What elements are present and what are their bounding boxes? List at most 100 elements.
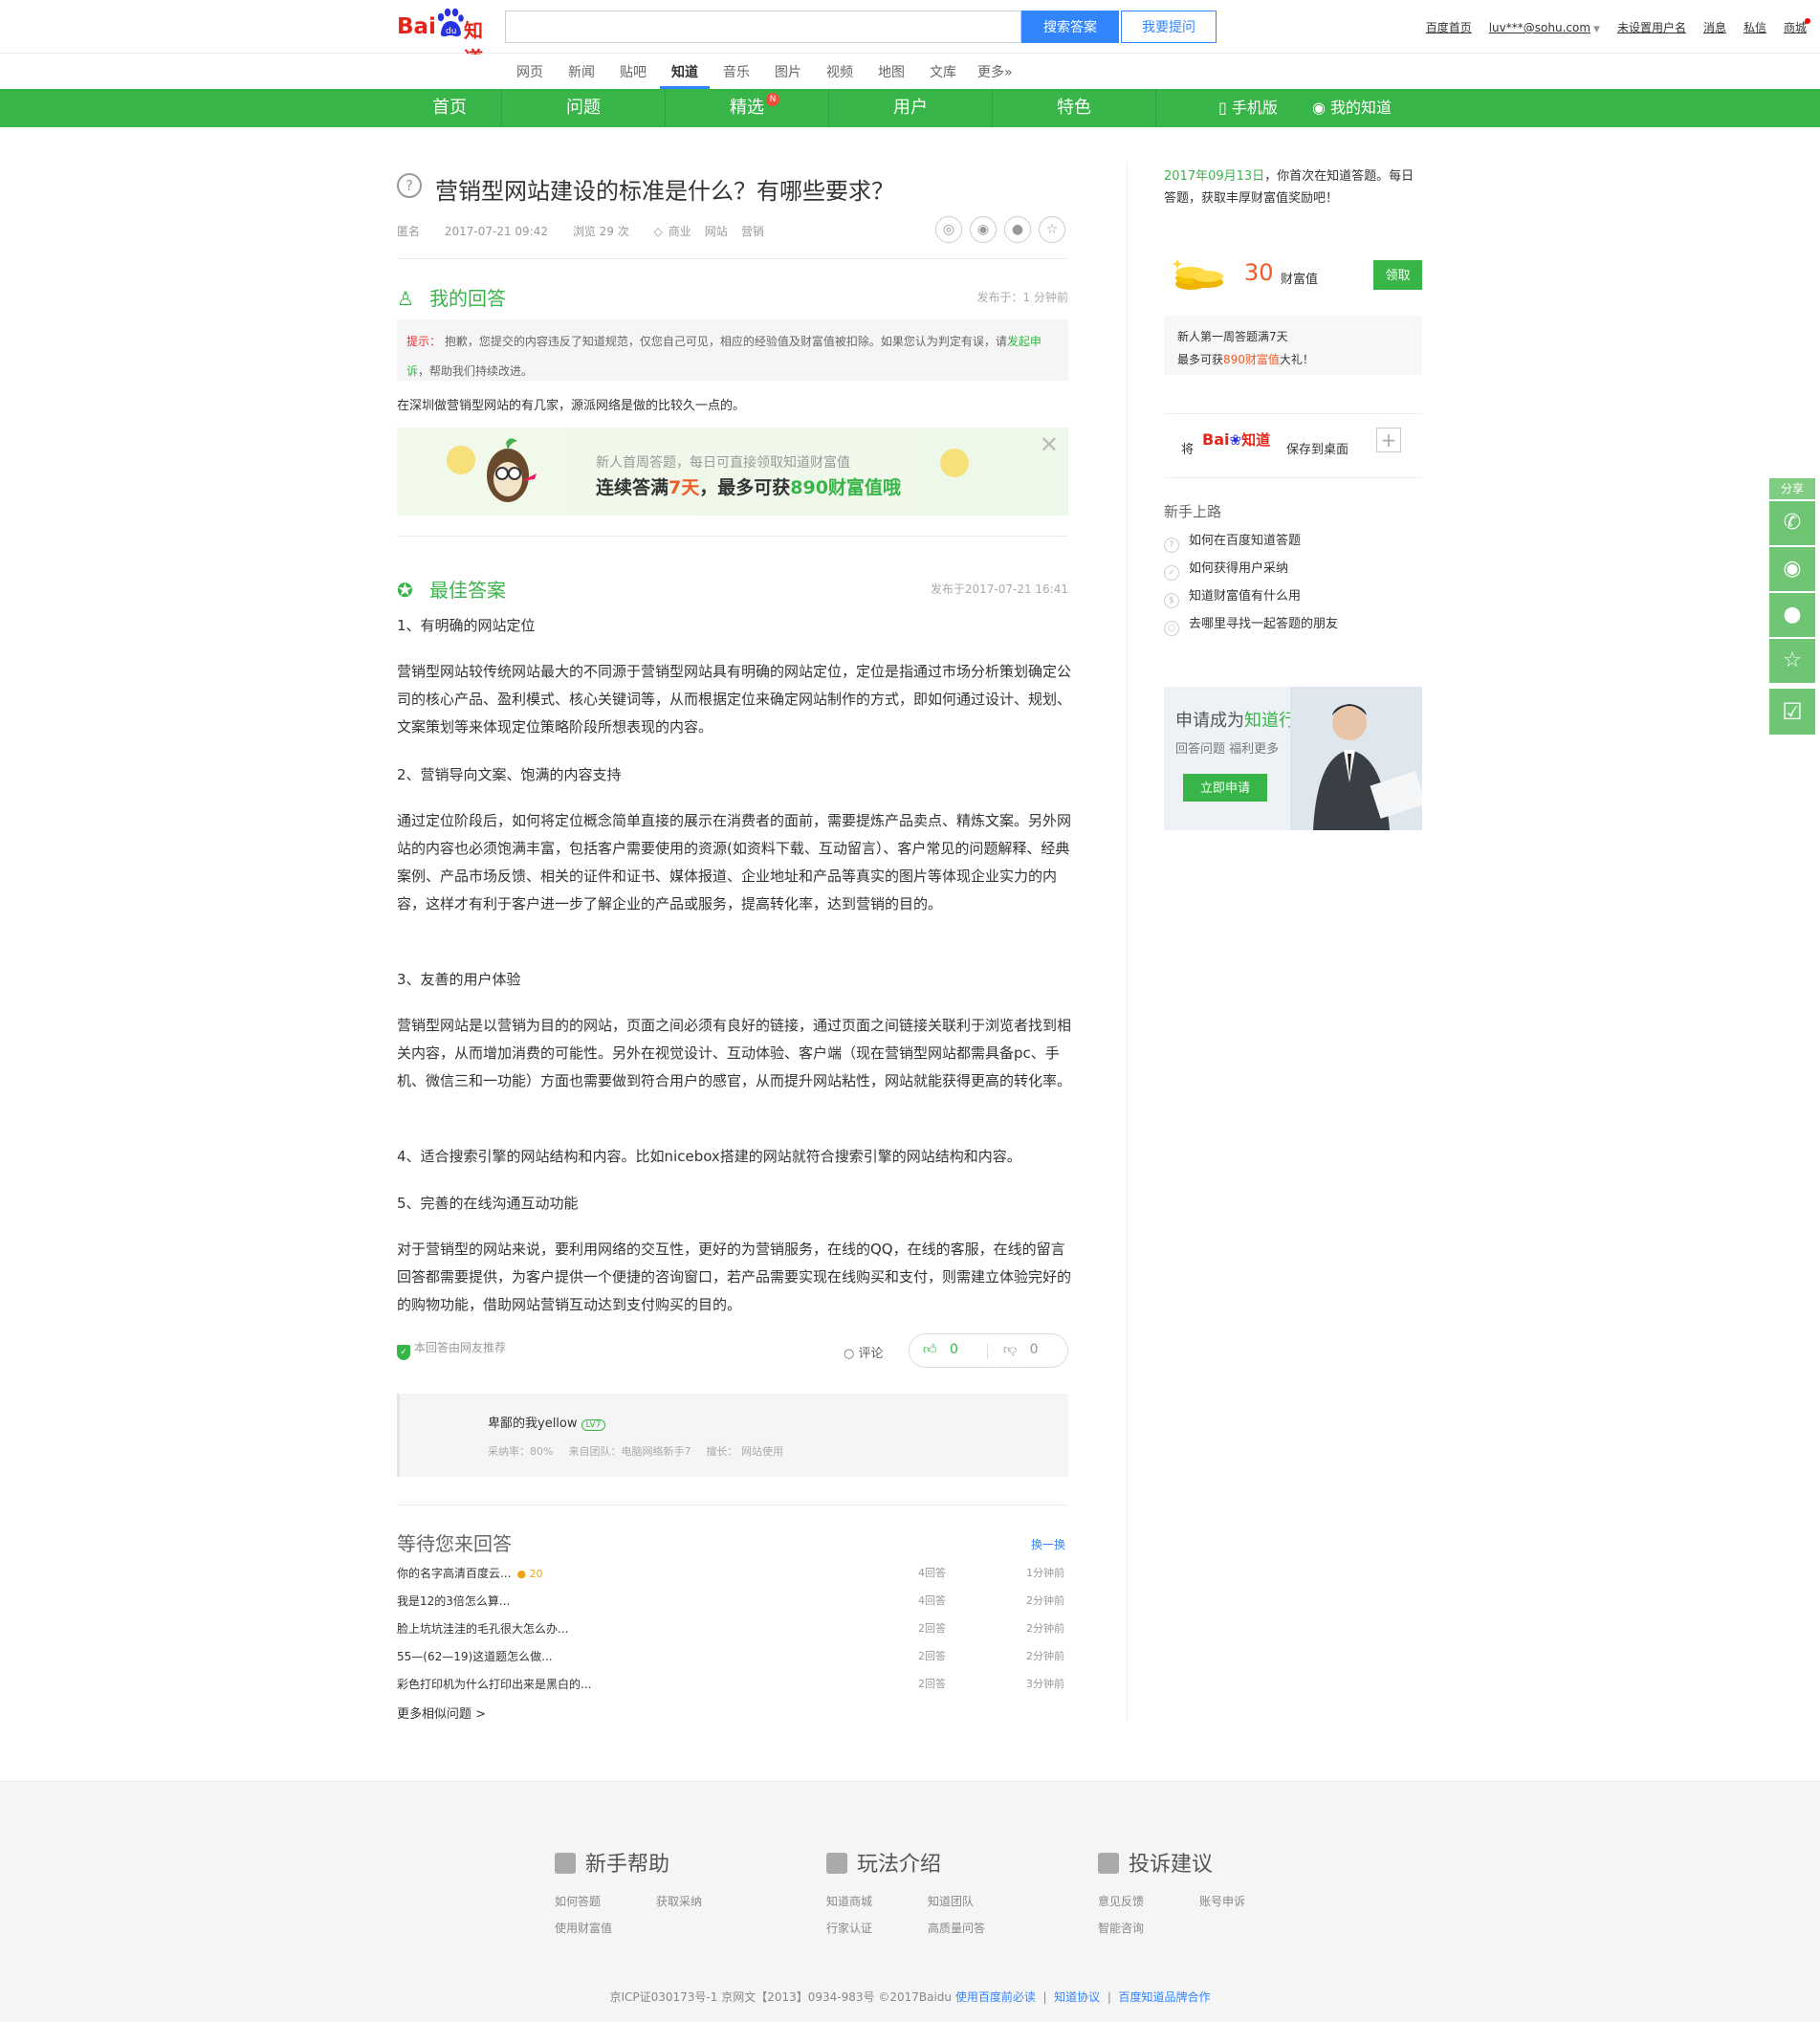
weibo-icon[interactable]: ◉	[970, 216, 997, 243]
more-similar-link[interactable]: 更多相似问题 >	[397, 1703, 486, 1722]
footer-link[interactable]: 智能咨询	[1098, 1920, 1144, 1936]
nav-users[interactable]: 用户	[829, 89, 992, 127]
newbie-promo-banner[interactable]: 新人首周答题，每日可直接领取知道财富值 连续答满7天，最多可获890财富值哦 ✕	[397, 428, 1068, 516]
search-answer-button[interactable]: 搜索答案	[1021, 11, 1119, 43]
question-link[interactable]: 脸上坑坑洼洼的毛孔很大怎么办...	[397, 1620, 568, 1637]
channel-tieba[interactable]: 贴吧	[620, 62, 647, 81]
promo-line-2: 连续答满7天，最多可获890财富值哦	[596, 473, 901, 499]
account-link[interactable]: luv***@sohu.com	[1489, 21, 1590, 34]
mall-link[interactable]: 商城	[1784, 21, 1807, 34]
star-icon[interactable]: ☆	[1039, 216, 1065, 243]
footer-link[interactable]: 行家认证	[826, 1920, 872, 1936]
weibo-icon[interactable]: ◉	[1769, 547, 1815, 591]
footer-link[interactable]: 账号申诉	[1199, 1893, 1245, 1909]
channel-video[interactable]: 视频	[826, 62, 853, 81]
comment-icon: ○	[844, 1347, 859, 1361]
top-bar: Bai du 知道 搜索答案 我要提问 百度首页 luv***@sohu.com▼…	[0, 0, 1820, 70]
list-item[interactable]: 55—(62—19)这道题怎么做... 2回答 2分钟前	[397, 1644, 1068, 1672]
footer-link[interactable]: 高质量问答	[928, 1920, 985, 1936]
coin-unit: 财富值	[1281, 273, 1319, 287]
list-item[interactable]: 你的名字高清百度云... ● 20 4回答 1分钟前	[397, 1561, 1068, 1589]
messages-link[interactable]: 消息	[1703, 21, 1726, 34]
list-item[interactable]: 脸上坑坑洼洼的毛孔很大怎么办... 2回答 2分钟前	[397, 1616, 1068, 1644]
channel-more[interactable]: 更多»	[977, 62, 1013, 81]
wechat-icon[interactable]: ◎	[935, 216, 962, 243]
author-team[interactable]: 来自团队：电脑网络新手7	[568, 1445, 691, 1458]
footer-bottom-link[interactable]: 百度知道品牌合作	[1119, 1990, 1211, 2004]
star-icon[interactable]: ☆	[1769, 639, 1815, 683]
my-answer-heading: ♙ 我的回答	[397, 283, 506, 311]
channel-news[interactable]: 新闻	[568, 62, 595, 81]
private-msg-link[interactable]: 私信	[1743, 21, 1766, 34]
thumbs-down-icon: 👎︎	[1003, 1342, 1018, 1357]
baidu-zhidao-logo[interactable]: Bai du 知道	[397, 6, 498, 70]
answer-count: 2回答	[918, 1678, 946, 1690]
plus-icon[interactable]: +	[1376, 428, 1401, 452]
baidu-home-link[interactable]: 百度首页	[1426, 21, 1472, 34]
question-link[interactable]: 彩色打印机为什么打印出来是黑白的...	[397, 1676, 591, 1692]
apply-now-button[interactable]: 立即申请	[1183, 774, 1267, 802]
set-username-link[interactable]: 未设置用户名	[1617, 21, 1686, 34]
channel-map[interactable]: 地图	[878, 62, 905, 81]
channel-music[interactable]: 音乐	[723, 62, 750, 81]
question-link[interactable]: 我是12的3倍怎么算...	[397, 1593, 510, 1609]
question-time: 2分钟前	[1026, 1650, 1064, 1662]
footer-bottom-link[interactable]: 知道协议	[1054, 1990, 1100, 2004]
search-input[interactable]	[505, 11, 1021, 43]
nav-mobile[interactable]: ▯ 手机版	[1218, 89, 1278, 127]
coin-icon	[940, 449, 969, 477]
footer-link[interactable]: 获取采纳	[656, 1893, 702, 1909]
comment-button[interactable]: ○ 评论	[844, 1343, 884, 1361]
small-logo-zhidao: 知道	[1241, 431, 1271, 449]
chevron-down-icon[interactable]: ▼	[1593, 25, 1600, 34]
channel-web[interactable]: 网页	[516, 62, 543, 81]
question-link[interactable]: 55—(62—19)这道题怎么做...	[397, 1648, 553, 1664]
footer-col-complaint: 投诉建议 意见反馈 账号申诉 智能咨询	[1098, 1847, 1245, 1935]
tag[interactable]: 网站	[705, 225, 728, 238]
claim-button[interactable]: 领取	[1373, 260, 1422, 290]
footer-link[interactable]: 意见反馈	[1098, 1893, 1144, 1909]
footer-bottom-link[interactable]: 使用百度前必读	[955, 1990, 1036, 2004]
ask-question-button[interactable]: 我要提问	[1121, 11, 1217, 43]
tag[interactable]: 商业	[669, 225, 691, 238]
list-item[interactable]: 彩色打印机为什么打印出来是黑白的... 2回答 3分钟前	[397, 1672, 1068, 1700]
channel-wenku[interactable]: 文库	[930, 62, 956, 81]
guide-item[interactable]: $ 知道财富值有什么用	[1164, 585, 1338, 613]
nav-special[interactable]: 特色	[993, 89, 1155, 127]
nav-questions[interactable]: 问题	[502, 89, 665, 127]
wechat-icon[interactable]: ✆	[1769, 501, 1815, 545]
nav-featured[interactable]: 精选	[666, 89, 828, 127]
answer-paragraph: 通过定位阶段后，如何将定位概念简单直接的展示在消费者的面前，需要提炼产品卖点、精…	[397, 812, 1072, 912]
channel-zhidao[interactable]: 知道	[671, 62, 698, 81]
channel-images[interactable]: 图片	[775, 62, 801, 81]
list-item[interactable]: 我是12的3倍怎么算... 4回答 2分钟前	[397, 1589, 1068, 1616]
upvote-button[interactable]: 👍︎ 0	[923, 1341, 958, 1357]
close-icon[interactable]: ✕	[1040, 431, 1059, 458]
notice-tail: ，帮助我们持续改进。	[418, 364, 534, 378]
best-answer-time: 发布于2017-07-21 16:41	[930, 582, 1068, 596]
downvote-button[interactable]: 👎︎ 0	[1003, 1341, 1039, 1357]
save-to-desktop[interactable]: 将 Bai❀知道 保存到桌面 +	[1164, 413, 1422, 478]
change-batch-link[interactable]: 换一换	[1031, 1536, 1065, 1552]
nav-home[interactable]: 首页	[397, 89, 502, 127]
comment-label: 评论	[858, 1347, 884, 1361]
footer-link[interactable]: 知道商城	[826, 1893, 872, 1909]
vote-box: 👍︎ 0 👎︎ 0	[909, 1333, 1068, 1368]
qq-icon[interactable]: ●	[1004, 216, 1031, 243]
guide-item[interactable]: ✓ 如何获得用户采纳	[1164, 558, 1338, 585]
checklist-icon[interactable]: ☑	[1769, 689, 1815, 735]
my-answer-content: 在深圳做营销型网站的有几家，源派网络是做的比较久一点的。	[397, 399, 746, 413]
question-link[interactable]: 你的名字高清百度云...	[397, 1567, 511, 1580]
answer-paragraph: 5、完善的在线沟通互动功能	[397, 1195, 579, 1212]
guide-item[interactable]: ? 如何在百度知道答题	[1164, 530, 1338, 558]
footer-link[interactable]: 使用财富值	[555, 1920, 612, 1936]
phone-icon: ▯	[1218, 99, 1232, 117]
footer-link[interactable]: 知道团队	[928, 1893, 974, 1909]
qq-icon[interactable]: ●	[1769, 593, 1815, 637]
footer-link[interactable]: 如何答题	[555, 1893, 601, 1909]
author-stats: 采纳率：80% 来自团队：电脑网络新手7 擅长： 网站使用	[488, 1443, 799, 1459]
author-name[interactable]: 卑鄙的我yellow LV7	[488, 1413, 606, 1431]
guide-item[interactable]: ○ 去哪里寻找一起答题的朋友	[1164, 613, 1338, 641]
tag[interactable]: 营销	[741, 225, 764, 238]
nav-my-zhidao[interactable]: ◉ 我的知道	[1312, 89, 1392, 127]
